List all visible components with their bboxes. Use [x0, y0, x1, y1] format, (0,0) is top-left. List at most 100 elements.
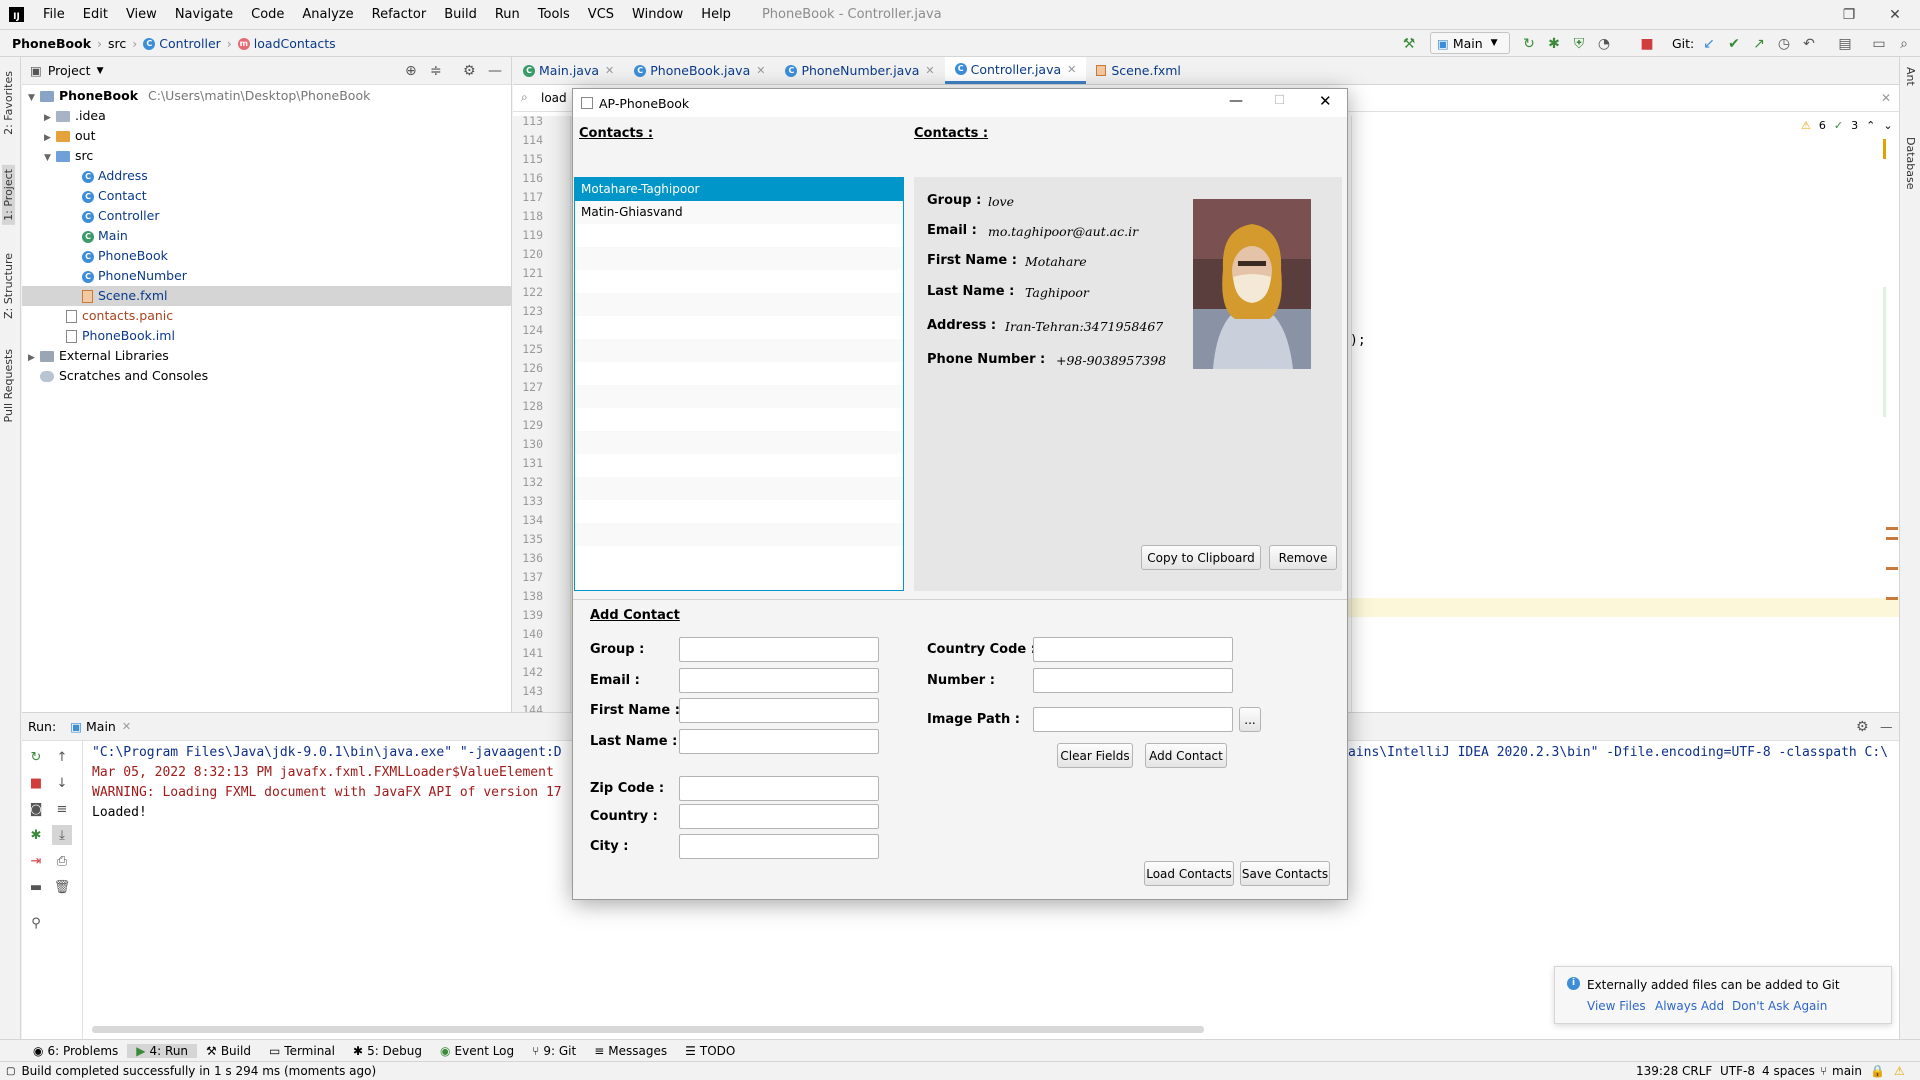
trash-icon[interactable]: 🗑 — [52, 877, 72, 897]
menu-vcs[interactable]: VCS — [579, 7, 623, 22]
tree-item-address[interactable]: C Address — [82, 166, 148, 186]
menu-file[interactable]: File — [34, 7, 74, 22]
number-field[interactable] — [1033, 668, 1233, 693]
last-name-field[interactable] — [679, 729, 879, 754]
layout-icon[interactable]: ▭ — [1868, 30, 1890, 57]
tab-problems[interactable]: ◉ 6: Problems — [24, 1044, 127, 1058]
zip-code-field[interactable] — [679, 776, 879, 801]
chevron-down-icon[interactable]: ▼ — [97, 66, 104, 76]
scroll-down-icon[interactable]: ↓ — [52, 773, 72, 793]
project-structure-icon[interactable]: ▤ — [1834, 30, 1856, 57]
city-field[interactable] — [679, 834, 879, 859]
tree-item-idea[interactable]: ▶ .idea — [44, 106, 106, 126]
breadcrumb-project[interactable]: PhoneBook — [0, 36, 97, 51]
tab-build[interactable]: ⚒ Build — [197, 1044, 260, 1058]
menu-window[interactable]: Window — [623, 7, 692, 22]
remove-button[interactable]: Remove — [1269, 545, 1337, 570]
tree-item-src[interactable]: ▼ src — [44, 146, 93, 166]
soft-wrap-icon[interactable]: ≡ — [52, 799, 72, 819]
menu-view[interactable]: View — [117, 7, 166, 22]
print-icon[interactable]: ⎙ — [52, 851, 72, 871]
tab-phonenumber-java[interactable]: C PhoneNumber.java ✕ — [775, 57, 944, 84]
history-icon[interactable]: ◷ — [1773, 30, 1795, 57]
gear-icon[interactable]: ⚙ — [1856, 719, 1869, 735]
close-icon[interactable]: ✕ — [1319, 92, 1332, 110]
tree-item-phonenumber[interactable]: C PhoneNumber — [82, 266, 187, 286]
rerun-icon[interactable]: ↻ — [26, 747, 46, 767]
hide-icon[interactable]: — — [1880, 719, 1893, 734]
tree-item-iml[interactable]: PhoneBook.iml — [66, 326, 175, 346]
tree-item-controller[interactable]: C Controller — [82, 206, 160, 226]
search-input[interactable]: load — [541, 91, 567, 105]
menu-build[interactable]: Build — [435, 7, 486, 22]
minimize-icon[interactable]: — — [1229, 93, 1243, 109]
clear-fields-button[interactable]: Clear Fields — [1057, 743, 1133, 768]
build-hammer-icon[interactable]: ⚒ — [1398, 30, 1420, 57]
scroll-to-end-icon[interactable]: ⤓ — [52, 825, 72, 845]
tab-favorites[interactable]: 2: Favorites — [2, 71, 15, 135]
save-contacts-button[interactable]: Save Contacts — [1240, 861, 1330, 886]
scroll-up-icon[interactable]: ↑ — [52, 747, 72, 767]
close-window-icon[interactable]: ✕ — [1872, 0, 1918, 29]
line-separator[interactable]: CRLF — [1682, 1064, 1712, 1078]
menu-navigate[interactable]: Navigate — [166, 7, 242, 22]
run-tab-main[interactable]: Main — [86, 719, 116, 734]
menu-help[interactable]: Help — [692, 7, 740, 22]
country-field[interactable] — [679, 804, 879, 829]
horizontal-scrollbar[interactable] — [92, 1026, 1204, 1033]
close-search-icon[interactable]: ✕ — [1881, 91, 1891, 105]
git-update-icon[interactable]: ↙ — [1698, 30, 1720, 57]
tree-item-scene-fxml[interactable]: Scene.fxml — [22, 286, 511, 306]
tab-git[interactable]: ⑂ 9: Git — [523, 1044, 585, 1058]
breadcrumb-class[interactable]: C Controller — [137, 36, 227, 51]
tab-main-java[interactable]: C Main.java ✕ — [513, 57, 624, 84]
close-tab-icon[interactable]: ✕ — [1067, 63, 1076, 76]
image-path-field[interactable] — [1033, 707, 1233, 732]
stop-icon[interactable]: ■ — [26, 773, 46, 793]
stop-icon[interactable]: ■ — [1636, 30, 1658, 57]
menu-edit[interactable]: Edit — [74, 7, 117, 22]
menu-refactor[interactable]: Refactor — [363, 7, 436, 22]
run-config-selector[interactable]: ▣ Main ▼ — [1430, 32, 1510, 54]
copy-to-clipboard-button[interactable]: Copy to Clipboard — [1141, 545, 1261, 570]
debug-bug-icon[interactable]: ✱ — [1543, 30, 1565, 57]
tab-ant[interactable]: Ant — [1904, 67, 1917, 86]
menu-analyze[interactable]: Analyze — [293, 7, 362, 22]
rollback-icon[interactable]: ↶ — [1798, 30, 1820, 57]
tree-item-contacts-panic[interactable]: contacts.panic — [66, 306, 173, 326]
scroll-thumb[interactable] — [1883, 287, 1886, 417]
tab-todo[interactable]: ☰ TODO — [676, 1044, 744, 1058]
file-encoding[interactable]: UTF-8 — [1720, 1064, 1755, 1078]
tab-debug[interactable]: ✱ 5: Debug — [344, 1044, 431, 1058]
git-branch[interactable]: main — [1832, 1064, 1862, 1078]
browse-image-button[interactable]: ... — [1239, 707, 1261, 732]
lock-icon[interactable]: 🔒 — [1870, 1064, 1885, 1078]
caret-position[interactable]: 139:28 — [1636, 1064, 1678, 1078]
status-message[interactable]: Build completed successfully in 1 s 294 … — [21, 1064, 376, 1078]
layout-icon[interactable]: ▬ — [26, 877, 46, 897]
dont-ask-again-link[interactable]: Don't Ask Again — [1732, 999, 1827, 1013]
tab-run[interactable]: ▶ 4: Run — [127, 1043, 198, 1058]
tab-pull-requests[interactable]: Pull Requests — [2, 349, 15, 422]
tree-item-phonebook[interactable]: C PhoneBook — [82, 246, 168, 266]
view-files-link[interactable]: View Files — [1587, 999, 1646, 1013]
country-code-field[interactable] — [1033, 637, 1233, 662]
tab-event-log[interactable]: ◉ Event Log — [431, 1044, 523, 1058]
breadcrumb-folder[interactable]: src — [102, 36, 132, 51]
tab-messages[interactable]: ≡ Messages — [585, 1044, 676, 1058]
git-push-icon[interactable]: ↗ — [1748, 30, 1770, 57]
tab-project[interactable]: 1: Project — [2, 165, 15, 225]
gear-icon[interactable]: ⚙ — [463, 63, 476, 79]
add-contact-button[interactable]: Add Contact — [1145, 743, 1227, 768]
tree-item-contact[interactable]: C Contact — [82, 186, 147, 206]
list-item[interactable]: Motahare-Taghipoor — [575, 178, 903, 201]
contacts-list[interactable]: Motahare-Taghipoor Matin-Ghiasvand — [574, 177, 904, 591]
tab-phonebook-java[interactable]: C PhoneBook.java ✕ — [624, 57, 775, 84]
group-field[interactable] — [679, 637, 879, 662]
rerun-icon[interactable]: ↻ — [1518, 30, 1540, 57]
hide-icon[interactable]: — — [488, 63, 502, 79]
indent-setting[interactable]: 4 spaces — [1762, 1064, 1815, 1078]
tab-structure[interactable]: Z: Structure — [2, 253, 15, 319]
git-commit-icon[interactable]: ✔ — [1723, 30, 1745, 57]
menu-run[interactable]: Run — [486, 7, 529, 22]
